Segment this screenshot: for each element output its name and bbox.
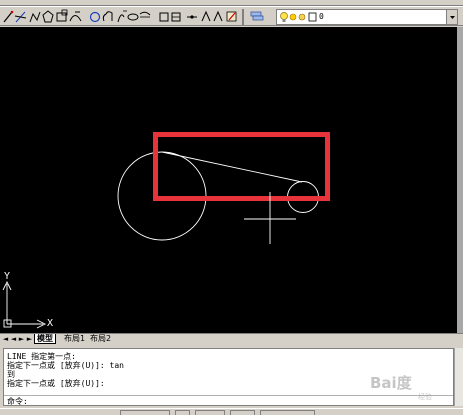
toolbar-separator (242, 9, 244, 25)
insert-block-icon[interactable] (159, 12, 169, 22)
gradient-icon[interactable] (213, 10, 223, 22)
region-icon[interactable] (226, 11, 237, 22)
canvas-geometry (2, 132, 330, 329)
tab-model[interactable]: 模型 (34, 334, 56, 344)
polygon-icon[interactable] (42, 10, 54, 23)
ucs-y-label: Y (4, 271, 11, 282)
line-tool-icon[interactable] (3, 10, 14, 23)
vertical-scrollbar[interactable] (457, 27, 463, 333)
layer-state-icons (280, 12, 317, 23)
ucs-x-label: X (47, 318, 54, 329)
layer-name: 0 (319, 12, 324, 21)
command-line-2: 指定下一点或 [放弃(U)]: tan (7, 361, 124, 370)
grid-toggle-button[interactable] (175, 410, 190, 415)
last-tab-arrow-icon[interactable]: ► (26, 335, 33, 343)
first-tab-arrow-icon[interactable]: ◄ (2, 335, 9, 343)
layer-on-bulb-icon[interactable] (280, 12, 288, 23)
highlight-box (153, 132, 330, 201)
status-bar (0, 408, 463, 415)
command-prompt: 命令: (7, 397, 28, 406)
revision-cloud-icon[interactable] (102, 11, 113, 22)
ellipse-arc-icon[interactable] (139, 11, 151, 18)
drawing-canvas[interactable]: Y X (0, 27, 463, 333)
command-line-4: 指定下一点或 [放弃(U)]: (7, 379, 105, 388)
tab-layout2[interactable]: 布局2 (88, 334, 113, 344)
chevron-down-icon[interactable] (446, 10, 457, 24)
tangent-line[interactable] (161, 151, 303, 183)
ortho-toggle-button[interactable] (195, 410, 225, 415)
command-scrollbar[interactable] (454, 348, 463, 406)
rectangle-icon[interactable] (56, 9, 68, 22)
command-input[interactable]: 命令: (4, 395, 453, 406)
layer-thaw-sun-icon[interactable] (289, 13, 297, 21)
make-block-icon[interactable] (171, 12, 181, 22)
arc-icon[interactable] (69, 11, 82, 22)
layout-tab-bar: ◄ ◄ ► ► 模型 布局1 布局2 (0, 333, 463, 344)
draw-toolbar-icons (3, 9, 264, 25)
prev-tab-arrow-icon[interactable]: ◄ (10, 335, 17, 343)
hatch-icon[interactable] (201, 10, 211, 22)
next-tab-arrow-icon[interactable]: ► (18, 335, 25, 343)
layer-manager-icon[interactable] (250, 11, 264, 21)
draw-toolbar: 0 (0, 6, 463, 26)
spline-icon[interactable] (117, 10, 127, 23)
snap-toggle-button[interactable] (120, 410, 170, 415)
baidu-watermark-logo: Bai度 (370, 374, 412, 392)
point-icon[interactable] (187, 15, 197, 19)
layer-lock-icon[interactable] (298, 13, 306, 21)
construction-line-icon[interactable] (14, 11, 27, 23)
tab-layout1[interactable]: 布局1 (62, 334, 87, 344)
ellipse-icon[interactable] (127, 13, 139, 21)
layer-dropdown[interactable]: 0 (276, 9, 458, 25)
polyline-icon[interactable] (29, 11, 41, 23)
ucs-icon (2, 280, 47, 329)
polar-toggle-button[interactable] (230, 410, 255, 415)
osnap-toggle-button[interactable] (260, 410, 315, 415)
baidu-watermark-sub: 经验 (418, 393, 432, 401)
layer-color-swatch-icon[interactable] (308, 12, 317, 22)
circle-icon[interactable] (89, 11, 101, 23)
